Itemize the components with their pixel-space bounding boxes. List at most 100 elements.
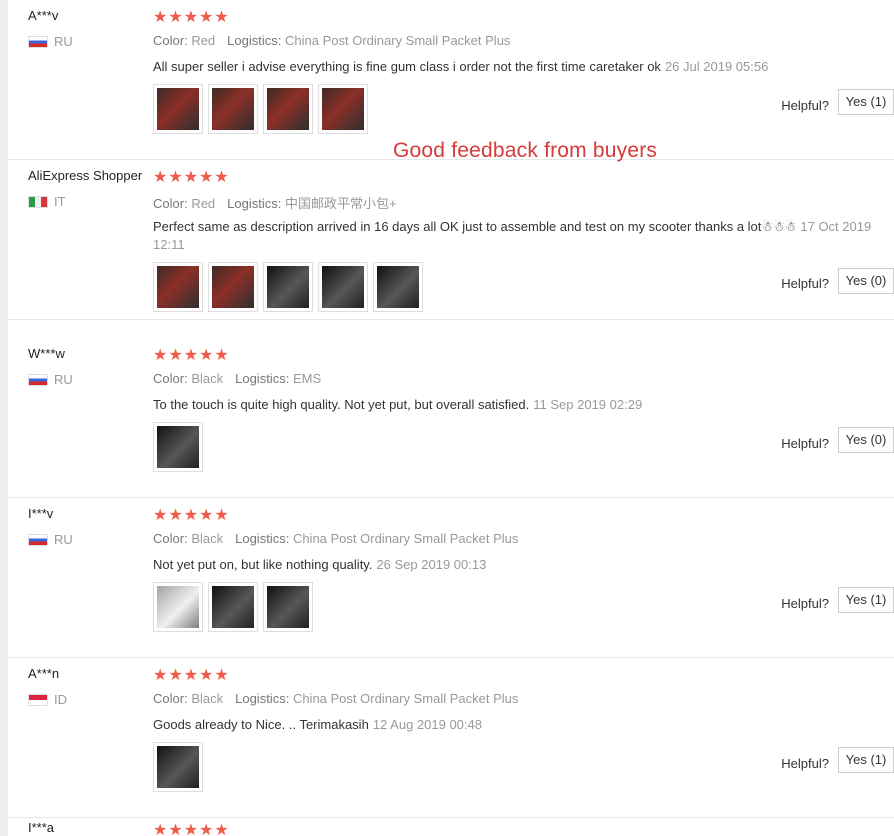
it-flag-icon [28, 195, 48, 208]
logistics-label: Logistics: [235, 371, 290, 386]
helpful-label: Helpful? [781, 98, 829, 113]
country-code: RU [54, 532, 73, 547]
helpful-yes-button[interactable]: Yes (1) [838, 89, 894, 115]
country-code: ID [54, 692, 67, 707]
reviewer-name: W***w [28, 346, 65, 361]
color-value: Black [191, 371, 224, 386]
helpful-label: Helpful? [781, 756, 829, 771]
logistics-value: China Post Ordinary Small Packet Plus [292, 691, 519, 706]
review-date: 26 Jul 2019 05:56 [664, 59, 769, 74]
country-code: IT [54, 194, 66, 209]
review-text: Perfect same as description arrived in 1… [153, 218, 893, 254]
color-value: Black [191, 691, 224, 706]
color-value: Black [191, 531, 224, 546]
id-flag-icon [28, 693, 48, 706]
review-card: A***v RU ★★★★★ Color: Red Logistics: Chin… [8, 0, 894, 160]
color-label: Color: [153, 531, 188, 546]
helpful-yes-button[interactable]: Yes (1) [838, 587, 894, 613]
logistics-label: Logistics: [227, 196, 282, 211]
review-text: Not yet put on, but like nothing quality… [153, 556, 893, 574]
color-label: Color: [153, 196, 188, 211]
rating-stars: ★★★★★ [153, 822, 230, 836]
reviewer-name: A***n [28, 666, 60, 681]
review-photos [153, 582, 313, 632]
color-label: Color: [153, 371, 188, 386]
reviewer-country: ID [28, 692, 67, 707]
ru-flag-icon [28, 373, 48, 386]
review-card: W***w RU ★★★★★ Color: Black Logistics: EM… [8, 338, 894, 498]
review-photo[interactable] [263, 582, 313, 632]
review-body: All super seller i advise everything is … [153, 59, 661, 74]
review-meta: Color: Red Logistics: 中国邮政平常小包+ [153, 193, 397, 212]
logistics-value: China Post Ordinary Small Packet Plus [292, 531, 519, 546]
logistics-value: 中国邮政平常小包+ [285, 196, 397, 211]
review-photos [153, 84, 368, 134]
logistics-label: Logistics: [235, 531, 290, 546]
review-card: A***n ID ★★★★★ Color: Black Logistics: Ch… [8, 658, 894, 818]
helpful-yes-button[interactable]: Yes (0) [838, 427, 894, 453]
review-body: Goods already to Nice. .. Terimakasih [153, 717, 369, 732]
rating-stars: ★★★★★ [153, 347, 230, 364]
review-text: All super seller i advise everything is … [153, 58, 893, 76]
color-label: Color: [153, 691, 188, 706]
logistics-label: Logistics: [227, 33, 282, 48]
review-photo[interactable] [208, 582, 258, 632]
reviewer-name: AliExpress Shopper [28, 168, 143, 183]
review-meta: Color: Black Logistics: China Post Ordina… [153, 691, 518, 706]
review-photo[interactable] [373, 262, 423, 312]
left-scroll-strip [0, 0, 8, 836]
color-value: Red [191, 196, 216, 211]
review-photo[interactable] [263, 262, 313, 312]
review-photo[interactable] [153, 262, 203, 312]
rating-stars: ★★★★★ [153, 9, 230, 26]
reviewer-name: I***a [28, 820, 55, 835]
rating-stars: ★★★★★ [153, 169, 230, 186]
review-date: 11 Sep 2019 02:29 [533, 397, 643, 412]
logistics-value: EMS [292, 371, 322, 386]
helpful-yes-button[interactable]: Yes (0) [838, 268, 894, 294]
review-meta: Color: Black Logistics: China Post Ordina… [153, 531, 518, 546]
review-photos [153, 262, 423, 312]
review-meta: Color: Black Logistics: EMS [153, 371, 321, 386]
review-photo[interactable] [208, 262, 258, 312]
helpful-label: Helpful? [781, 436, 829, 451]
review-photo[interactable] [318, 262, 368, 312]
reviewer-country: RU [28, 372, 73, 387]
review-photo[interactable] [208, 84, 258, 134]
logistics-value: China Post Ordinary Small Packet Plus [285, 33, 511, 48]
reviewer-name: I***v [28, 506, 54, 521]
helpful-label: Helpful? [781, 596, 829, 611]
review-photo[interactable] [153, 742, 203, 792]
review-photo[interactable] [263, 84, 313, 134]
review-text: Goods already to Nice. .. Terimakasih 12 … [153, 716, 893, 734]
rating-stars: ★★★★★ [153, 667, 230, 684]
review-photo[interactable] [153, 582, 203, 632]
reviewer-name: A***v [28, 8, 59, 23]
review-body: Perfect same as description arrived in 1… [153, 219, 797, 234]
review-photo[interactable] [153, 422, 203, 472]
ru-flag-icon [28, 533, 48, 546]
review-body: Not yet put on, but like nothing quality… [153, 557, 373, 572]
review-photo[interactable] [318, 84, 368, 134]
review-meta: Color: Red Logistics: China Post Ordinary… [153, 33, 510, 48]
reviewer-country: RU [28, 532, 73, 547]
logistics-label: Logistics: [235, 691, 290, 706]
review-date: 26 Sep 2019 00:13 [376, 557, 487, 572]
reviewer-country: RU [28, 34, 73, 49]
review-card: I***v RU ★★★★★ Color: Black Logistics: Ch… [8, 498, 894, 658]
review-photo[interactable] [153, 84, 203, 134]
review-card: AliExpress Shopper IT ★★★★★ Color: Red Lo… [8, 160, 894, 320]
rating-stars: ★★★★★ [153, 507, 230, 524]
helpful-yes-button[interactable]: Yes (1) [838, 747, 894, 773]
ru-flag-icon [28, 35, 48, 48]
review-photos [153, 422, 203, 472]
color-label: Color: [153, 33, 188, 48]
helpful-label: Helpful? [781, 276, 829, 291]
color-value: Red [191, 33, 216, 48]
reviewer-country: IT [28, 194, 66, 209]
review-date: 12 Aug 2019 00:48 [372, 717, 482, 732]
review-body: To the touch is quite high quality. Not … [153, 397, 530, 412]
review-photos [153, 742, 203, 792]
country-code: RU [54, 372, 73, 387]
review-text: To the touch is quite high quality. Not … [153, 396, 893, 414]
